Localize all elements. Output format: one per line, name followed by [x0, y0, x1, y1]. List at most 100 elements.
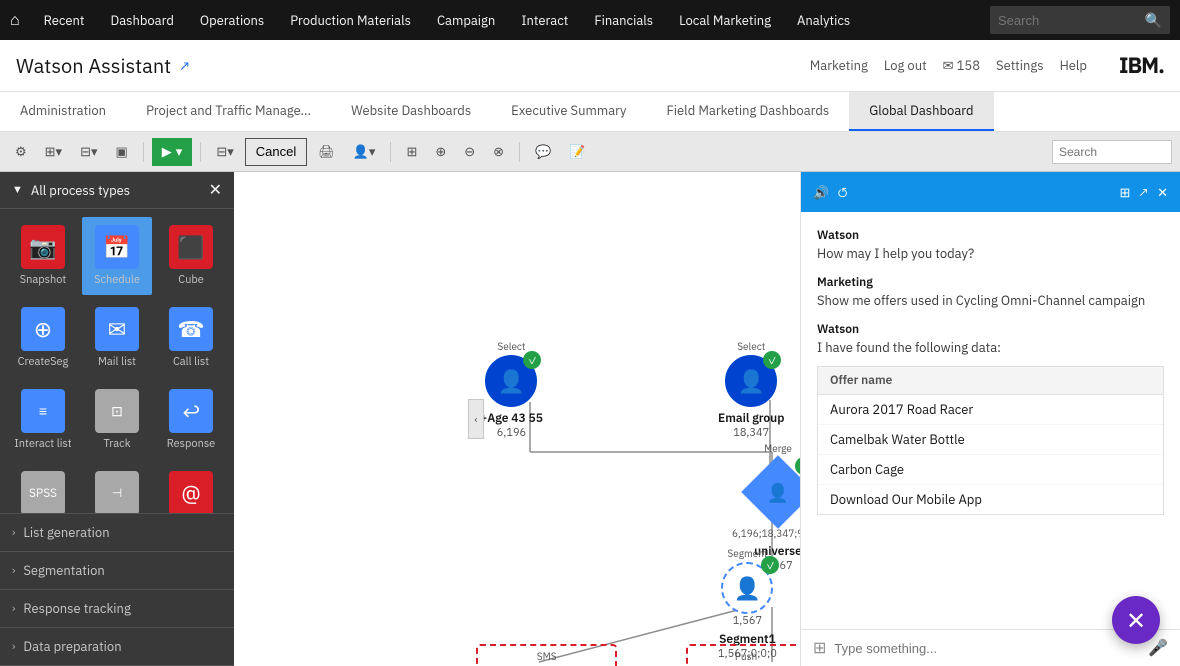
watson-input-field[interactable] — [834, 641, 1140, 656]
merge-count-text: 6,196;18,347;9,670 — [732, 527, 800, 540]
watson-mic-icon[interactable]: 🎤 — [1148, 638, 1168, 658]
nav-item-financials[interactable]: Financials — [584, 0, 663, 40]
nav-item-interact[interactable]: Interact — [511, 0, 578, 40]
watson-refresh-icon[interactable]: ↺ — [837, 184, 848, 201]
section-data-preparation[interactable]: › Data preparation — [0, 628, 234, 666]
search-input[interactable] — [998, 13, 1145, 28]
toolbar: ⚙ ⊞▾ ⊟▾ ▣ ▶ ▾ ⊟▾ Cancel 🖨 👤▾ ⊞ ⊕ ⊖ ⊗ 💬 📝 — [0, 132, 1180, 172]
response-icon: ↩ — [169, 389, 213, 433]
list-button[interactable]: ⊟▾ — [73, 138, 104, 166]
cube-icon: ⬛ — [169, 225, 213, 269]
process-schedule[interactable]: 📅 Schedule — [82, 217, 152, 295]
flow-canvas[interactable]: Select 👤 ✓ +Age 43 55 6,196 Select 👤 ✓ E… — [234, 172, 800, 666]
process-track[interactable]: ⊡ Track — [82, 381, 152, 459]
settings-button[interactable]: ⚙ — [8, 138, 34, 166]
section-list-generation[interactable]: › List generation — [0, 514, 234, 552]
node-email-group[interactable]: Select 👤 ✓ Email group 18,347 — [718, 340, 784, 440]
section-segmentation[interactable]: › Segmentation — [0, 552, 234, 590]
person-button[interactable]: 👤▾ — [346, 138, 383, 166]
tab-project-traffic[interactable]: Project and Traffic Manage... — [126, 92, 331, 131]
node-merge-label-top: Merge — [764, 442, 792, 455]
process-response[interactable]: ↩ Response — [156, 381, 226, 459]
expand-chevron: ▼ — [12, 183, 23, 197]
left-panel: ▼ All process types ✕ 📷 Snapshot 📅 Sched… — [0, 172, 234, 666]
offer-row-2[interactable]: Carbon Cage — [818, 455, 1163, 485]
text-watson-2: I have found the following data: — [817, 339, 1164, 357]
logout-button[interactable]: Log out — [884, 57, 927, 74]
cancel-button[interactable]: Cancel — [245, 138, 307, 166]
merge-icon: 👤 — [767, 480, 789, 503]
section-response-tracking[interactable]: › Response tracking — [0, 590, 234, 628]
tab-website-dashboards[interactable]: Website Dashboards — [331, 92, 491, 131]
external-link-icon[interactable]: ↗ — [179, 57, 190, 75]
process-spssmodel[interactable]: SPSS SPSS model — [8, 463, 78, 513]
offer-row-0[interactable]: Aurora 2017 Road Racer — [818, 395, 1163, 425]
offer-row-1[interactable]: Camelbak Water Bottle — [818, 425, 1163, 455]
watson-sound-icon[interactable]: 🔊 — [813, 184, 829, 201]
all-process-types-label: All process types — [31, 182, 130, 199]
comment-button[interactable]: 💬 — [528, 138, 558, 166]
process-spssscore[interactable]: ⊣ SPSS score — [82, 463, 152, 513]
offers-table-header: Offer name — [818, 367, 1163, 395]
resp-label: Response tracking — [23, 600, 130, 617]
watson-header-actions: ⊞ ↗ ✕ — [1120, 184, 1168, 201]
messages-badge[interactable]: ✉ 158 — [943, 57, 980, 74]
tab-global-dashboard[interactable]: Global Dashboard — [849, 92, 993, 131]
node-age-circle: 👤 ✓ — [485, 355, 537, 407]
node-segment1[interactable]: Segment 👤 ✓ 1,567 Segment1 1,567;0;0;0 — [718, 547, 777, 661]
search-icon[interactable]: 🔍 — [1145, 11, 1162, 29]
process-email[interactable]: @ Email — [156, 463, 226, 513]
node-age[interactable]: Select 👤 ✓ +Age 43 55 6,196 — [480, 340, 543, 440]
zoom-out-button[interactable]: ⊖ — [457, 138, 482, 166]
node-email-circle: 👤 ✓ — [725, 355, 777, 407]
data-prep-chevron: › — [12, 640, 15, 654]
watson-expand-icon[interactable]: ↗ — [1138, 184, 1149, 201]
grid-button[interactable]: ⊞▾ — [38, 138, 69, 166]
nav-item-analytics[interactable]: Analytics — [787, 0, 860, 40]
nav-item-dashboard[interactable]: Dashboard — [100, 0, 183, 40]
home-icon[interactable]: ⌂ — [10, 10, 20, 30]
flow-button[interactable]: ⊞ — [399, 138, 424, 166]
watson-grid-icon[interactable]: ⊞ — [1120, 184, 1131, 201]
close-icon[interactable]: ✕ — [209, 180, 222, 200]
process-cube[interactable]: ⬛ Cube — [156, 217, 226, 295]
collapse-arrow[interactable]: ‹ — [468, 399, 484, 439]
play-button[interactable]: ▶ ▾ — [152, 138, 193, 166]
tab-executive-summary[interactable]: Executive Summary — [491, 92, 646, 131]
data-prep-label: Data preparation — [23, 638, 121, 655]
tab-field-marketing[interactable]: Field Marketing Dashboards — [647, 92, 850, 131]
search-toolbar-input[interactable] — [1052, 140, 1172, 164]
play-icon: ▶ — [162, 144, 172, 160]
watson-close-icon[interactable]: ✕ — [1157, 184, 1168, 201]
marketing-link[interactable]: Marketing — [810, 57, 868, 74]
nav-item-recent[interactable]: Recent — [34, 0, 95, 40]
sender-watson-2: Watson — [817, 322, 1164, 337]
all-process-types-header[interactable]: ▼ All process types ✕ — [0, 172, 234, 209]
nav-item-production[interactable]: Production Materials — [280, 0, 421, 40]
settings-link[interactable]: Settings — [996, 57, 1044, 74]
nav-item-operations[interactable]: Operations — [190, 0, 274, 40]
watson-input-grid-icon[interactable]: ⊞ — [813, 638, 826, 658]
node-email-count: 18,347 — [733, 426, 769, 440]
process-createseg[interactable]: ⊕ CreateSeg — [8, 299, 78, 377]
schedule-label: Schedule — [94, 273, 140, 287]
tab-administration[interactable]: Administration — [0, 92, 126, 131]
offer-row-3[interactable]: Download Our Mobile App — [818, 485, 1163, 514]
nav-item-local-marketing[interactable]: Local Marketing — [669, 0, 781, 40]
print-button[interactable]: 🖨 — [311, 138, 342, 166]
help-link[interactable]: Help — [1060, 57, 1087, 74]
process-snapshot[interactable]: 📷 Snapshot — [8, 217, 78, 295]
zoom-in-button[interactable]: ⊕ — [428, 138, 453, 166]
process-maillist[interactable]: ✉ Mail list — [82, 299, 152, 377]
fab-button[interactable]: ✕ — [1112, 596, 1160, 644]
process-calllist[interactable]: ☎ Call list — [156, 299, 226, 377]
nav-item-campaign[interactable]: Campaign — [427, 0, 505, 40]
response-label: Response — [167, 437, 215, 451]
node-email-check: ✓ — [763, 351, 781, 369]
checkbox-button[interactable]: ⊟▾ — [209, 138, 240, 166]
chart-button[interactable]: ▣ — [109, 138, 135, 166]
zoom-fit-button[interactable]: ⊗ — [486, 138, 511, 166]
search-box[interactable]: 🔍 — [990, 6, 1170, 34]
process-interactlist[interactable]: ≡ Interact list — [8, 381, 78, 459]
note-button[interactable]: 📝 — [562, 138, 592, 166]
